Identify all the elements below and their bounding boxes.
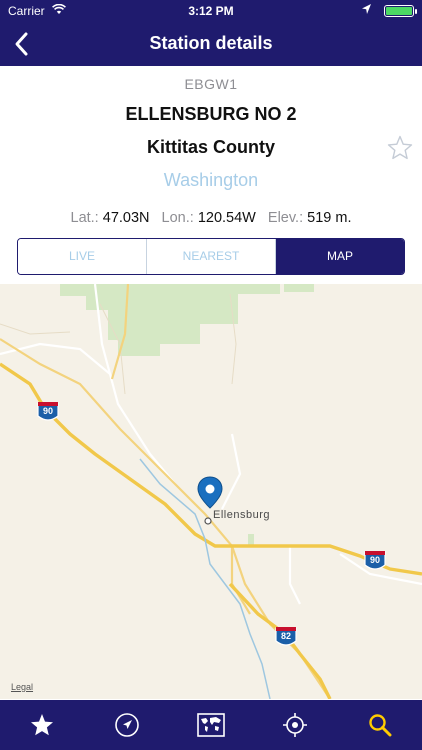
map-legal-link[interactable]: Legal	[11, 682, 33, 692]
status-time: 3:12 PM	[188, 4, 234, 18]
lon-value: 120.54W	[197, 210, 256, 226]
station-county: Kittitas County	[147, 137, 275, 157]
top-bar: Carrier 3:12 PM Station details	[0, 0, 422, 66]
lat-value: 47.03N	[102, 210, 150, 226]
page-title: Station details	[149, 33, 273, 53]
battery-icon	[384, 5, 417, 17]
map-shield-90-west-label: 90	[42, 406, 53, 416]
tab-favorites[interactable]	[22, 705, 62, 745]
map-shield-82-label: 82	[280, 631, 291, 641]
tab-navigate[interactable]	[107, 705, 147, 745]
navigation-arrow-icon	[114, 713, 139, 737]
station-pin-icon	[197, 476, 223, 509]
star-icon	[31, 714, 54, 736]
station-code: EBGW1	[184, 76, 238, 92]
station-details-panel: EBGW1 ELLENSBURG NO 2 Kittitas County Wa…	[0, 66, 422, 284]
station-map[interactable]: Ellensburg 90 90 82 Legal	[0, 284, 422, 699]
tab-locate[interactable]	[275, 705, 315, 745]
lat-label: Lat.:	[70, 210, 99, 226]
segment-map[interactable]: MAP	[276, 239, 404, 274]
search-icon	[369, 714, 392, 737]
segment-live[interactable]: LIVE	[18, 239, 147, 274]
favorite-star-icon[interactable]	[386, 134, 414, 162]
station-name: ELLENSBURG NO 2	[125, 104, 297, 124]
elev-label: Elev.:	[267, 210, 304, 226]
location-services-icon	[362, 4, 371, 14]
tab-search[interactable]	[360, 705, 400, 745]
tab-world-map[interactable]	[191, 705, 231, 745]
view-segmented-control: LIVE NEAREST MAP	[17, 238, 405, 275]
locate-target-icon	[283, 713, 308, 737]
station-coordinates: Lat.: 47.03N Lon.: 120.54W Elev.: 519 m.	[0, 210, 422, 226]
lon-label: Lon.:	[161, 210, 194, 226]
tab-bar	[0, 700, 422, 750]
navigation-bar: Station details	[0, 22, 422, 66]
map-city-label: Ellensburg	[213, 509, 270, 521]
map-shield-90-east-label: 90	[369, 555, 380, 565]
world-map-icon	[197, 713, 225, 737]
status-bar: Carrier 3:12 PM	[0, 0, 422, 22]
segment-nearest[interactable]: NEAREST	[147, 239, 276, 274]
map-canvas	[0, 284, 422, 699]
elev-value: 519 m.	[307, 210, 352, 226]
station-state: Washington	[163, 170, 259, 190]
